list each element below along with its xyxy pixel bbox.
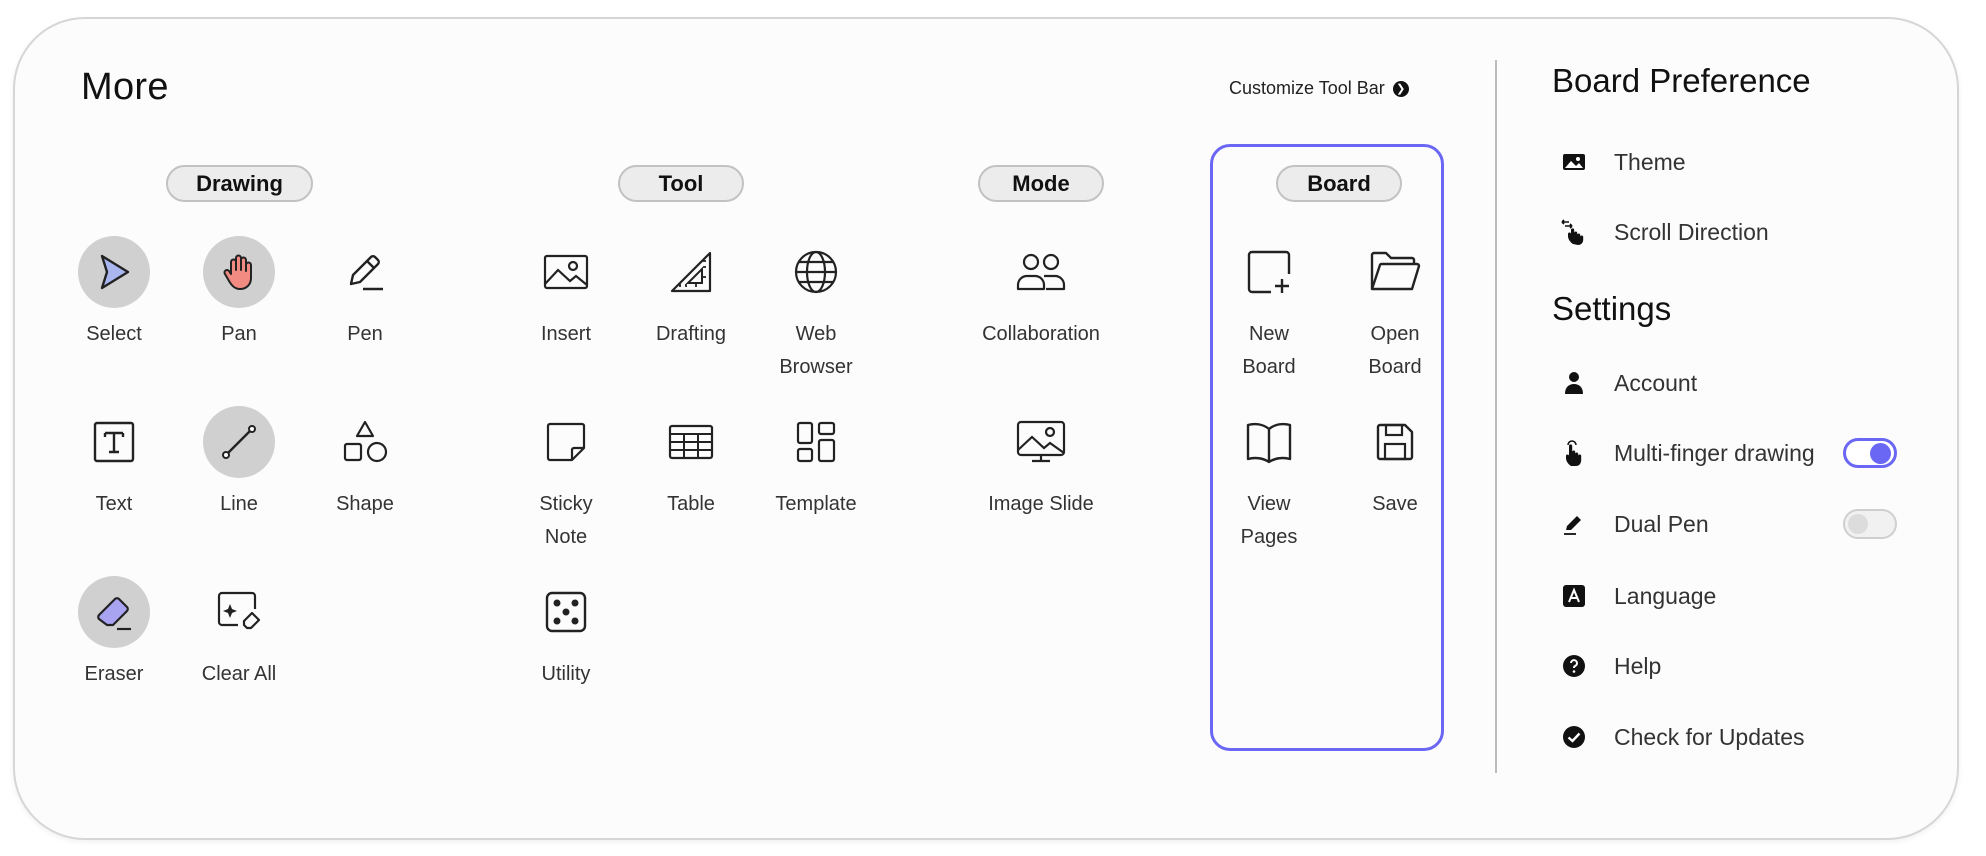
tool-select[interactable]: Select — [54, 236, 174, 351]
tool-web-browser-label: Web Browser — [779, 323, 853, 378]
chevron-right-icon: ❯ — [1392, 80, 1409, 97]
board-view-pages[interactable]: View Pages — [1209, 406, 1329, 554]
account-icon — [1560, 369, 1588, 397]
tool-web-browser[interactable]: Web Browser — [756, 236, 876, 384]
tool-line-label: Line — [220, 493, 258, 515]
line-icon — [203, 406, 275, 478]
board-preference-title: Board Preference — [1552, 62, 1811, 99]
image-icon — [1560, 148, 1588, 176]
tool-text[interactable]: Text — [54, 406, 174, 521]
preference-scroll-direction[interactable]: Scroll Direction — [1560, 212, 1900, 252]
board-open-board[interactable]: Open Board — [1335, 236, 1455, 384]
hand-icon — [203, 236, 275, 308]
tool-utility[interactable]: Utility — [506, 576, 626, 691]
set-square-icon — [655, 236, 727, 308]
mode-collaboration[interactable]: Collaboration — [981, 236, 1101, 351]
tool-pan-label: Pan — [221, 323, 257, 345]
preference-theme-label: Theme — [1614, 148, 1686, 175]
new-board-icon — [1233, 236, 1305, 308]
sticky-note-icon — [530, 406, 602, 478]
tool-eraser-label: Eraser — [84, 663, 144, 685]
tool-eraser[interactable]: Eraser — [54, 576, 174, 691]
multi-finger-toggle[interactable] — [1843, 438, 1897, 468]
touch-icon — [1560, 439, 1588, 467]
preference-scroll-direction-label: Scroll Direction — [1614, 218, 1769, 245]
board-open-board-label: Open Board — [1368, 323, 1422, 378]
settings-language[interactable]: Language — [1560, 576, 1900, 616]
panel-divider — [1495, 60, 1497, 773]
tool-clear-all[interactable]: Clear All — [179, 576, 299, 691]
tool-drafting[interactable]: Drafting — [631, 236, 751, 351]
tool-table[interactable]: Table — [631, 406, 751, 521]
section-drawing: Drawing — [166, 165, 313, 202]
mode-collaboration-label: Collaboration — [982, 323, 1100, 345]
image-insert-icon — [530, 236, 602, 308]
mode-image-slide[interactable]: Image Slide — [981, 406, 1101, 521]
dual-pen-icon — [1560, 510, 1588, 538]
tool-pen-label: Pen — [347, 323, 383, 345]
globe-icon — [780, 236, 852, 308]
settings-dual-pen-label: Dual Pen — [1614, 510, 1709, 537]
folder-open-icon — [1359, 236, 1431, 308]
tool-sticky-note[interactable]: Sticky Note — [506, 406, 626, 554]
tool-sticky-note-label: Sticky Note — [539, 493, 593, 548]
board-new-board[interactable]: New Board — [1209, 236, 1329, 384]
users-icon — [1005, 236, 1077, 308]
check-circle-icon — [1560, 723, 1588, 751]
book-open-icon — [1233, 406, 1305, 478]
settings-help-label: Help — [1614, 652, 1662, 679]
board-view-pages-label: View Pages — [1240, 493, 1298, 548]
board-save-label: Save — [1372, 493, 1418, 515]
tool-utility-label: Utility — [541, 663, 591, 685]
tool-shape[interactable]: Shape — [305, 406, 425, 521]
board-save[interactable]: Save — [1335, 406, 1455, 521]
tool-shape-label: Shape — [336, 493, 394, 515]
settings-language-label: Language — [1614, 582, 1717, 609]
preference-theme[interactable]: Theme — [1560, 142, 1900, 182]
tool-drafting-label: Drafting — [655, 323, 727, 345]
tool-pan[interactable]: Pan — [179, 236, 299, 351]
select-arrow-icon — [78, 236, 150, 308]
tool-line[interactable]: Line — [179, 406, 299, 521]
save-icon — [1359, 406, 1431, 478]
help-icon — [1560, 652, 1588, 680]
tool-text-label: Text — [95, 493, 133, 515]
dice-icon — [530, 576, 602, 648]
settings-title: Settings — [1552, 290, 1672, 327]
shapes-icon — [329, 406, 401, 478]
settings-check-updates-label: Check for Updates — [1614, 723, 1805, 750]
settings-multi-finger-label: Multi-finger drawing — [1614, 439, 1815, 466]
section-tool: Tool — [618, 165, 744, 202]
panel-title: More — [81, 66, 169, 108]
tool-select-label: Select — [86, 323, 142, 345]
mode-image-slide-label: Image Slide — [988, 493, 1094, 515]
board-new-board-label: New Board — [1242, 323, 1296, 378]
settings-help[interactable]: Help — [1560, 646, 1900, 686]
language-icon — [1560, 582, 1588, 610]
table-icon — [655, 406, 727, 478]
image-slide-icon — [1005, 406, 1077, 478]
settings-check-updates[interactable]: Check for Updates — [1560, 717, 1900, 757]
tool-template-label: Template — [775, 493, 857, 515]
toggle-knob — [1870, 443, 1891, 464]
pen-icon — [329, 236, 401, 308]
dual-pen-toggle[interactable] — [1843, 509, 1897, 539]
section-mode: Mode — [978, 165, 1104, 202]
template-icon — [780, 406, 852, 478]
tool-clear-all-label: Clear All — [201, 663, 277, 685]
eraser-icon — [78, 576, 150, 648]
settings-account[interactable]: Account — [1560, 363, 1900, 403]
settings-account-label: Account — [1614, 369, 1698, 396]
text-icon — [78, 406, 150, 478]
tool-insert[interactable]: Insert — [506, 236, 626, 351]
toggle-knob — [1848, 514, 1868, 534]
clear-all-icon — [203, 576, 275, 648]
tool-table-label: Table — [667, 493, 715, 515]
tool-insert-label: Insert — [540, 323, 592, 345]
customize-label: Customize Tool Bar — [1229, 78, 1385, 98]
tool-template[interactable]: Template — [756, 406, 876, 521]
customize-toolbar-link[interactable]: Customize Tool Bar ❯ — [1229, 78, 1409, 99]
tool-pen[interactable]: Pen — [305, 236, 425, 351]
scroll-gesture-icon — [1560, 218, 1588, 246]
